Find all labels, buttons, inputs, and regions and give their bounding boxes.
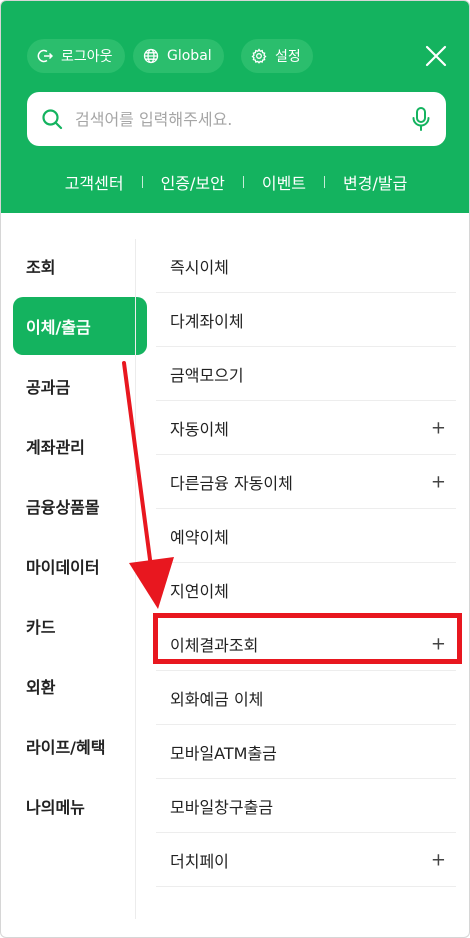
submenu-item-label: 자동이체 [170, 419, 229, 439]
expand-plus-icon[interactable]: + [431, 417, 446, 438]
logout-button[interactable]: 로그아웃 [27, 39, 125, 73]
quick-links: 고객센터 인증/보안 이벤트 변경/발급 [1, 167, 469, 197]
submenu-item-label: 모바일ATM출금 [170, 743, 277, 763]
category-transfer[interactable]: 이체/출금 [13, 297, 147, 355]
quick-link-security[interactable]: 인증/보안 [143, 170, 243, 194]
quick-link-change-issue[interactable]: 변경/발급 [325, 170, 425, 194]
submenu-item-label: 더치페이 [170, 851, 229, 871]
gear-icon [251, 48, 267, 64]
category-mydata[interactable]: 마이데이터 [13, 537, 147, 595]
category-life-benefits[interactable]: 라이프/혜택 [13, 717, 147, 775]
category-financial-products[interactable]: 금융상품몰 [13, 477, 147, 535]
highlight-box [153, 613, 462, 664]
quick-link-support[interactable]: 고객센터 [47, 170, 142, 194]
search-icon[interactable] [41, 108, 63, 130]
category-utility-bills[interactable]: 공과금 [13, 357, 147, 415]
logout-icon [37, 49, 53, 63]
expand-plus-icon[interactable]: + [431, 849, 446, 870]
global-button[interactable]: Global [133, 39, 224, 73]
submenu-item[interactable]: 모바일ATM출금 [156, 725, 456, 779]
submenu-item-label: 예약이체 [170, 527, 229, 547]
settings-label: 설정 [275, 49, 301, 65]
category-card[interactable]: 카드 [13, 597, 147, 655]
microphone-icon[interactable] [410, 106, 432, 132]
menu-header: 로그아웃 Global 설정 검색어를 입력해주세요. 고객센터 인증/보안 이… [1, 1, 469, 213]
category-foreign-exchange[interactable]: 외환 [13, 657, 147, 715]
submenu-item-label: 모바일창구출금 [170, 797, 274, 817]
search-bar [27, 92, 446, 146]
submenu-item-label: 금액모으기 [170, 365, 244, 385]
submenu-item-label: 다른금융 자동이체 [170, 473, 293, 493]
submenu-item-label: 즉시이체 [170, 257, 229, 277]
category-account-management[interactable]: 계좌관리 [13, 417, 147, 475]
submenu-item[interactable]: 다른금융 자동이체 + [156, 455, 456, 509]
category-list: 조회 이체/출금 공과금 계좌관리 금융상품몰 마이데이터 카드 외환 라이프/… [1, 213, 147, 933]
submenu-item[interactable]: 자동이체 + [156, 401, 456, 455]
submenu-item[interactable]: 지연이체 [156, 563, 456, 617]
submenu-item-label: 다계좌이체 [170, 311, 244, 331]
app-frame: 로그아웃 Global 설정 검색어를 입력해주세요. 고객센터 인증/보안 이… [0, 0, 470, 938]
settings-button[interactable]: 설정 [241, 39, 313, 73]
submenu-item-label: 지연이체 [170, 581, 229, 601]
submenu-item[interactable]: 즉시이체 [156, 239, 456, 293]
category-my-menu[interactable]: 나의메뉴 [13, 777, 147, 835]
submenu-item[interactable]: 금액모으기 [156, 347, 456, 401]
quick-link-events[interactable]: 이벤트 [244, 170, 324, 194]
submenu-item-label: 외화예금 이체 [170, 689, 264, 709]
global-label: Global [167, 48, 212, 64]
submenu-item[interactable]: 모바일창구출금 [156, 779, 456, 833]
submenu-item[interactable]: 더치페이 + [156, 833, 456, 887]
submenu-item[interactable]: 다계좌이체 [156, 293, 456, 347]
category-inquiry[interactable]: 조회 [13, 237, 147, 295]
search-input[interactable] [75, 109, 410, 129]
globe-icon [143, 48, 159, 64]
close-icon[interactable] [423, 43, 449, 69]
submenu-item[interactable]: 외화예금 이체 [156, 671, 456, 725]
logout-label: 로그아웃 [61, 49, 113, 65]
expand-plus-icon[interactable]: + [431, 471, 446, 492]
submenu-item[interactable]: 예약이체 [156, 509, 456, 563]
column-divider [135, 239, 136, 919]
